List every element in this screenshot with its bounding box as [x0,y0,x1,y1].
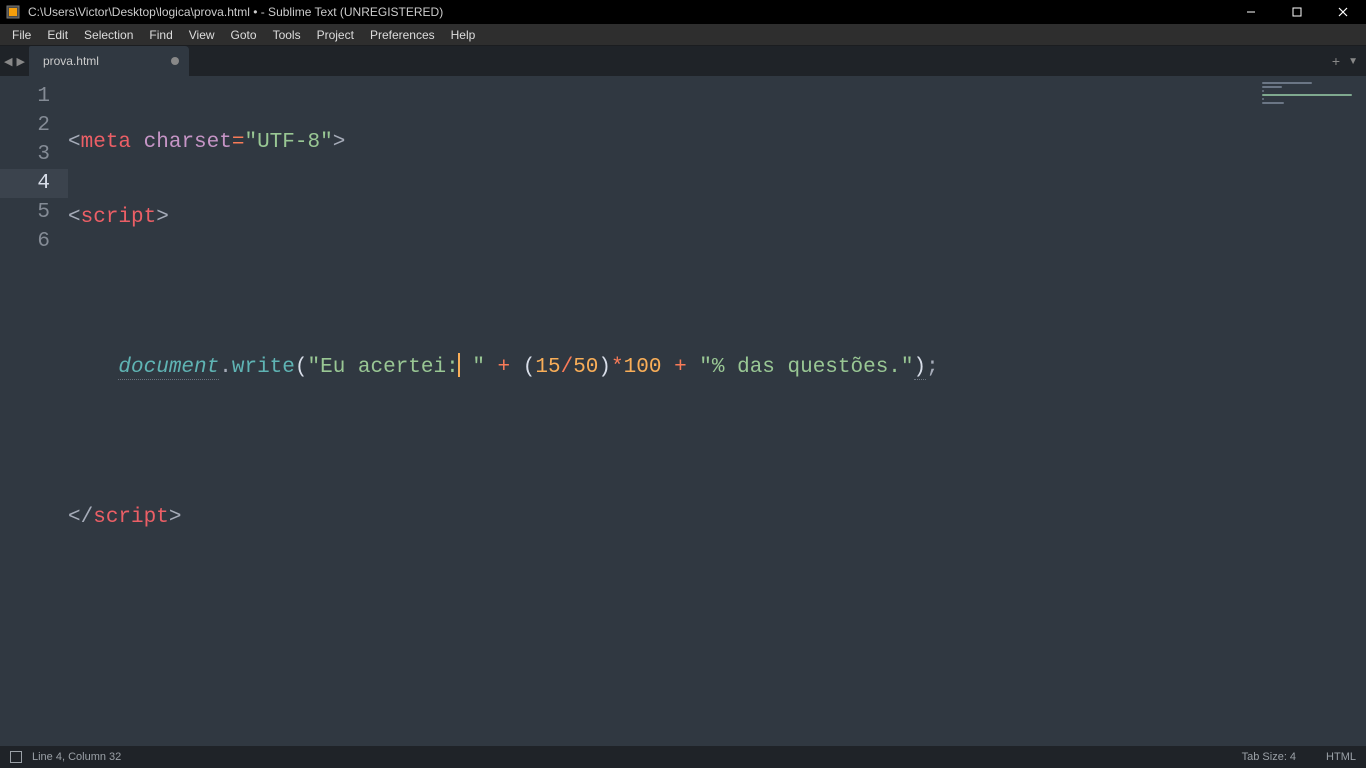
statusbar: Line 4, Column 32 Tab Size: 4 HTML [0,746,1366,768]
menu-item-view[interactable]: View [181,26,223,44]
code-area[interactable]: <meta charset="UTF-8"> <script> document… [68,76,1256,746]
code-line [68,428,1256,457]
maximize-button[interactable] [1274,0,1320,24]
minimap[interactable] [1256,76,1366,746]
app-icon [4,3,22,21]
code-line [68,278,1256,307]
code-line: <script> [68,203,1256,232]
syntax-mode[interactable]: HTML [1326,751,1356,763]
tabbar-tools: + ▼ [1332,46,1366,76]
tab-label: prova.html [43,54,99,68]
menu-item-preferences[interactable]: Preferences [362,26,443,44]
tab-history-nav: ◀ ▶ [0,46,29,76]
new-tab-icon[interactable]: + [1332,53,1340,69]
gutter: 1 2 3 4 5 6 [0,76,68,746]
menubar: File Edit Selection Find View Goto Tools… [0,24,1366,46]
code-line: </script> [68,503,1256,532]
cursor-position[interactable]: Line 4, Column 32 [32,751,121,763]
tab-dropdown-icon[interactable]: ▼ [1348,56,1358,67]
tabbar: ◀ ▶ prova.html + ▼ [0,46,1366,76]
titlebar: C:\Users\Victor\Desktop\logica\prova.htm… [0,0,1366,24]
dirty-indicator-icon [171,57,179,65]
tab-forward-icon[interactable]: ▶ [16,55,24,68]
line-number[interactable]: 5 [0,198,68,227]
line-number[interactable]: 6 [0,227,68,256]
tab-back-icon[interactable]: ◀ [4,55,12,68]
tab-size[interactable]: Tab Size: 4 [1242,751,1296,763]
line-number[interactable]: 1 [0,82,68,111]
app-window: C:\Users\Victor\Desktop\logica\prova.htm… [0,0,1366,768]
close-button[interactable] [1320,0,1366,24]
minimize-button[interactable] [1228,0,1274,24]
window-controls [1228,0,1366,24]
line-number[interactable]: 3 [0,140,68,169]
line-number-active[interactable]: 4 [0,169,68,198]
code-line: <meta charset="UTF-8"> [68,128,1256,157]
menu-item-selection[interactable]: Selection [76,26,141,44]
tab-active[interactable]: prova.html [29,46,189,76]
editor: 1 2 3 4 5 6 <meta charset="UTF-8"> <scri… [0,76,1366,746]
window-title: C:\Users\Victor\Desktop\logica\prova.htm… [26,5,1228,19]
code-line-active: document.write("Eu acertei: " + (15/50)*… [68,353,1256,382]
menu-item-find[interactable]: Find [141,26,180,44]
panel-switcher-icon[interactable] [10,751,22,763]
menu-item-file[interactable]: File [4,26,39,44]
menu-item-goto[interactable]: Goto [223,26,265,44]
menu-item-edit[interactable]: Edit [39,26,76,44]
menu-item-project[interactable]: Project [309,26,362,44]
line-number[interactable]: 2 [0,111,68,140]
menu-item-help[interactable]: Help [443,26,484,44]
menu-item-tools[interactable]: Tools [265,26,309,44]
